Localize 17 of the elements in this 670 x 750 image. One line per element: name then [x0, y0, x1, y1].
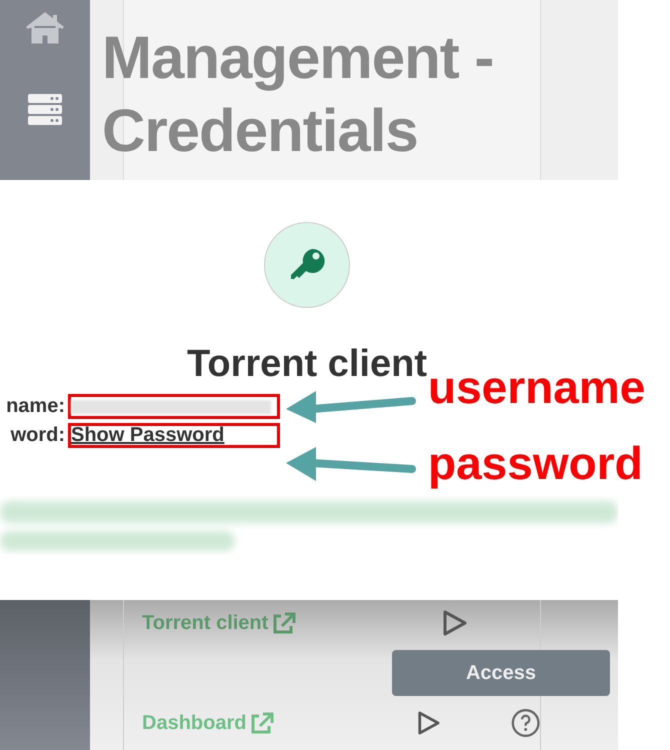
help-icon[interactable]: [510, 707, 540, 739]
play-icon[interactable]: [416, 709, 441, 737]
field-label: name:: [5, 395, 65, 418]
service-link[interactable]: Torrent client: [142, 612, 442, 634]
play-icon[interactable]: [442, 609, 468, 637]
external-link-icon: [250, 712, 274, 734]
page-title: Credentials: [102, 96, 419, 166]
modal-title: Torrent client: [187, 343, 427, 386]
field-label: word:: [10, 424, 65, 447]
show-password-link[interactable]: Show Password: [71, 426, 224, 445]
annotation-label: password: [428, 436, 643, 490]
server-icon[interactable]: [27, 94, 63, 126]
page-title: Management -: [102, 23, 494, 93]
tooltip: Access: [392, 650, 610, 696]
service-link[interactable]: Dashboard: [142, 712, 417, 734]
annotation-label: username: [428, 360, 646, 414]
external-link-icon: [272, 612, 296, 634]
